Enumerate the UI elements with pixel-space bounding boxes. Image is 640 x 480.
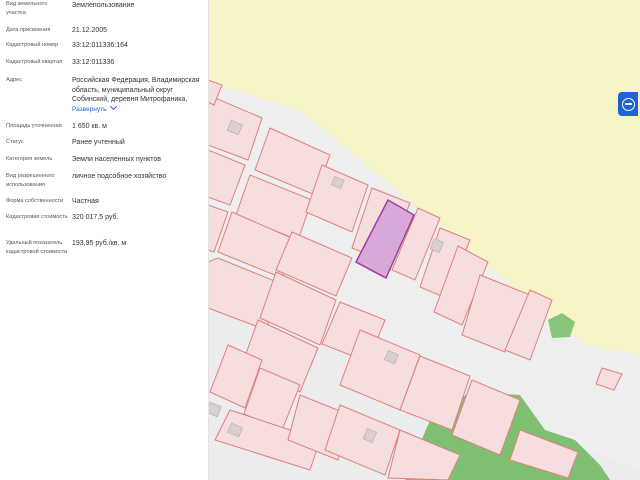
parcel-info-panel: Вид земельного участка Землепользование … <box>0 0 209 480</box>
cadastral-map[interactable] <box>208 0 640 480</box>
field-label: Статус <box>6 139 24 145</box>
expand-link-label[interactable]: Развернуть <box>72 106 106 113</box>
field-value: Ранее учтенный <box>72 139 125 146</box>
field-value: 33:12:011336 <box>72 59 115 66</box>
field-value: 320 017,5 руб. <box>72 214 119 221</box>
field-value: Российская Федерация, Владимирская облас… <box>72 77 200 103</box>
field-label: Площадь уточненная <box>6 123 62 129</box>
field-label: Кадастровая стоимость <box>6 214 68 220</box>
field-label: Форма собственности <box>6 198 64 204</box>
field-value: Землепользование <box>72 2 135 9</box>
field-label: Дата присвоения <box>6 27 51 33</box>
map-layers-button[interactable] <box>618 92 638 116</box>
field-value: 1 650 кв. м <box>72 123 107 130</box>
field-label: Категория земель <box>6 156 53 162</box>
field-label: Удельный показатель кадастровой стоимост… <box>6 240 68 255</box>
field-value: Земли населенных пунктов <box>72 156 162 163</box>
field-value: 193,95 руб./кв. м <box>72 240 127 247</box>
chevron-down-icon <box>110 102 118 111</box>
field-label: Кадастровый номер <box>6 42 59 48</box>
field-label: Вид земельного участка <box>6 1 48 16</box>
field-label: Вид разрешенного использования <box>6 173 55 188</box>
field-value: Частная <box>72 198 99 205</box>
field-label: Адрес <box>6 77 23 83</box>
map-layers-icon <box>621 97 635 111</box>
field-value: личное подсобное хозяйство <box>72 173 167 180</box>
field-value: 21.12.2005 <box>72 27 108 34</box>
field-label: Кадастровый квартал <box>6 59 63 65</box>
map-canvas[interactable] <box>208 0 640 480</box>
field-value: 33:12:011336:164 <box>72 42 128 49</box>
